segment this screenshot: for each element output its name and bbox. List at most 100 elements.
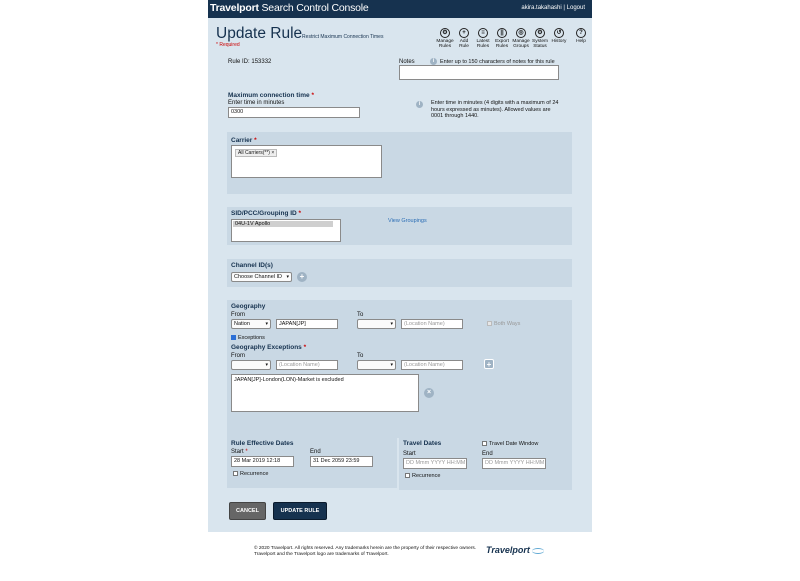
info-icon: i	[430, 58, 437, 65]
both-ways-checkbox[interactable]	[487, 321, 492, 326]
both-ways-label: Both Ways	[494, 321, 521, 327]
travel-start-input[interactable]: DD Mmm YYYY HH:MM	[403, 458, 467, 469]
channel-select[interactable]: Choose Channel ID ▾	[231, 272, 292, 282]
travel-recurrence-checkbox[interactable]	[405, 473, 410, 478]
effective-recurrence-checkbox[interactable]	[233, 471, 238, 476]
add-channel-icon[interactable]: +	[297, 272, 307, 282]
geo-exception-item[interactable]: JAPAN[JP]-London(LON)-Market is excluded	[234, 377, 344, 383]
sid-listbox[interactable]: 04U-1V Apollo	[231, 219, 341, 242]
geo-from-type-select[interactable]: Nation ▾	[231, 319, 271, 329]
geo-exceptions-label: Geography Exceptions	[231, 344, 302, 351]
geo-from-input[interactable]: JAPAN[JP]	[276, 319, 338, 329]
carrier-required: *	[254, 137, 257, 144]
update-rule-button[interactable]: UPDATE RULE	[273, 502, 327, 520]
exceptions-checkbox[interactable]	[231, 335, 236, 340]
notes-textarea[interactable]	[399, 65, 559, 80]
geo-to-input[interactable]: (Location Name)	[401, 319, 463, 329]
effective-dates-label: Rule Effective Dates	[231, 440, 294, 447]
carrier-tag: All Carriers(**) ×	[235, 149, 278, 157]
geo-ex-to-input[interactable]: (Location Name)	[401, 360, 463, 370]
add-exception-icon[interactable]: +	[484, 359, 494, 369]
travel-end-label: End	[482, 451, 493, 457]
chevron-down-icon: ▾	[390, 362, 393, 368]
exceptions-label: Exceptions	[238, 335, 265, 341]
brand-name: Travelport	[210, 2, 259, 14]
footer-logo: Travelport	[486, 545, 544, 555]
tag-remove-icon[interactable]: ×	[271, 150, 274, 156]
history-label: History	[551, 39, 567, 44]
sid-required: *	[298, 210, 302, 217]
history-icon: ↺	[554, 28, 564, 38]
travel-dates-label: Travel Dates	[403, 440, 442, 447]
geo-exceptions-required: *	[303, 344, 307, 351]
username: akira.takahashi	[521, 5, 562, 11]
gear-icon: ⚙	[535, 28, 545, 38]
effective-end-input[interactable]: 31 Dec 2059 23:59	[310, 456, 373, 467]
geo-to-type-select[interactable]: ▾	[357, 319, 396, 329]
chevron-down-icon: ▾	[265, 362, 268, 368]
max-conn-sublabel: Enter time in minutes	[228, 100, 285, 106]
effective-dates-section: Rule Effective Dates Start * End 28 Mar …	[227, 436, 397, 488]
travel-start-label: Start	[403, 451, 416, 457]
brand-title: Travelport Search Control Console	[210, 2, 369, 14]
user-bar: akira.takahashi | Logout	[521, 5, 585, 11]
geo-exceptions-list[interactable]: JAPAN[JP]-London(LON)-Market is excluded	[231, 374, 419, 412]
top-header: Travelport Search Control Console akira.…	[208, 0, 592, 18]
max-conn-help: Enter time in minutes (4 digits with a m…	[431, 100, 559, 119]
max-conn-input[interactable]: 0300	[228, 107, 360, 118]
max-conn-label: Maximum connection time	[228, 92, 310, 99]
geo-from-type-value: Nation	[234, 321, 250, 327]
travelport-logo-icon	[531, 547, 544, 554]
cancel-button[interactable]: CANCEL	[229, 502, 266, 520]
geo-to-label: To	[357, 312, 364, 318]
chevron-down-icon: ▾	[265, 321, 268, 327]
geo-from-label: From	[231, 312, 245, 318]
help-tool[interactable]: ? Help	[570, 28, 592, 44]
sid-selected-option[interactable]: 04U-1V Apollo	[233, 221, 333, 227]
manage-rules-icon: ⚙	[440, 28, 450, 38]
logout-link[interactable]: Logout	[567, 5, 585, 11]
rule-id: Rule ID: 153332	[228, 59, 271, 65]
sid-heading: SID/PCC/Grouping ID *	[231, 210, 301, 217]
carrier-tag-label: All Carriers(**)	[238, 150, 270, 156]
add-icon: +	[459, 28, 469, 38]
geography-section: Geography From To Nation ▾ JAPAN[JP] ▾ (L…	[227, 300, 572, 438]
travel-end-input[interactable]: DD Mmm YYYY HH:MM	[482, 458, 546, 469]
view-groupings-link[interactable]: View Groupings	[388, 218, 427, 224]
sid-label: SID/PCC/Grouping ID	[231, 210, 297, 217]
effective-start-input[interactable]: 28 Mar 2019 12:18	[231, 456, 294, 467]
help-label: Help	[576, 39, 586, 44]
channel-label: Channel ID(s)	[231, 262, 273, 269]
geo-ex-from-type-select[interactable]: ▾	[231, 360, 271, 370]
geo-ex-to-label: To	[357, 353, 364, 359]
travel-dates-section: Travel Dates Travel Date Window Start En…	[399, 436, 572, 490]
help-icon: ?	[576, 28, 586, 38]
list-icon: ≡	[478, 28, 488, 38]
max-conn-required: *	[311, 92, 314, 99]
carrier-label: Carrier	[231, 137, 253, 144]
page-subtitle: - Restrict Maximum Connection Times	[299, 34, 384, 40]
chevron-down-icon: ▾	[286, 274, 289, 280]
remove-exception-icon[interactable]: ×	[424, 388, 434, 398]
geo-exceptions-heading: Geography Exceptions *	[231, 344, 306, 351]
footer-copyright: © 2020 Travelport. All rights reserved. …	[254, 546, 477, 557]
page-title: Update Rule	[216, 25, 303, 42]
required-note: * Required	[216, 42, 240, 48]
travel-recurrence-label: Recurrence	[412, 473, 441, 479]
rule-id-label: Rule ID:	[228, 59, 250, 65]
groups-icon: ◎	[516, 28, 526, 38]
max-conn-heading: Maximum connection time *	[228, 92, 314, 99]
brand-subtitle: Search Control Console	[258, 2, 369, 14]
effective-start-label-wrap: Start *	[231, 449, 248, 455]
carrier-multiselect[interactable]: All Carriers(**) ×	[231, 145, 382, 178]
geo-ex-to-type-select[interactable]: ▾	[357, 360, 396, 370]
chevron-down-icon: ▾	[390, 321, 393, 327]
main-panel: Update Rule - Restrict Maximum Connectio…	[208, 18, 592, 532]
geo-ex-from-input[interactable]: (Location Name)	[276, 360, 338, 370]
travel-window-checkbox[interactable]	[482, 441, 487, 446]
footer-logo-text: Travelport	[486, 545, 530, 555]
carrier-heading: Carrier *	[231, 137, 257, 144]
info-icon: i	[416, 101, 423, 108]
geo-ex-from-label: From	[231, 353, 245, 359]
history-tool[interactable]: ↺ History	[548, 28, 570, 44]
